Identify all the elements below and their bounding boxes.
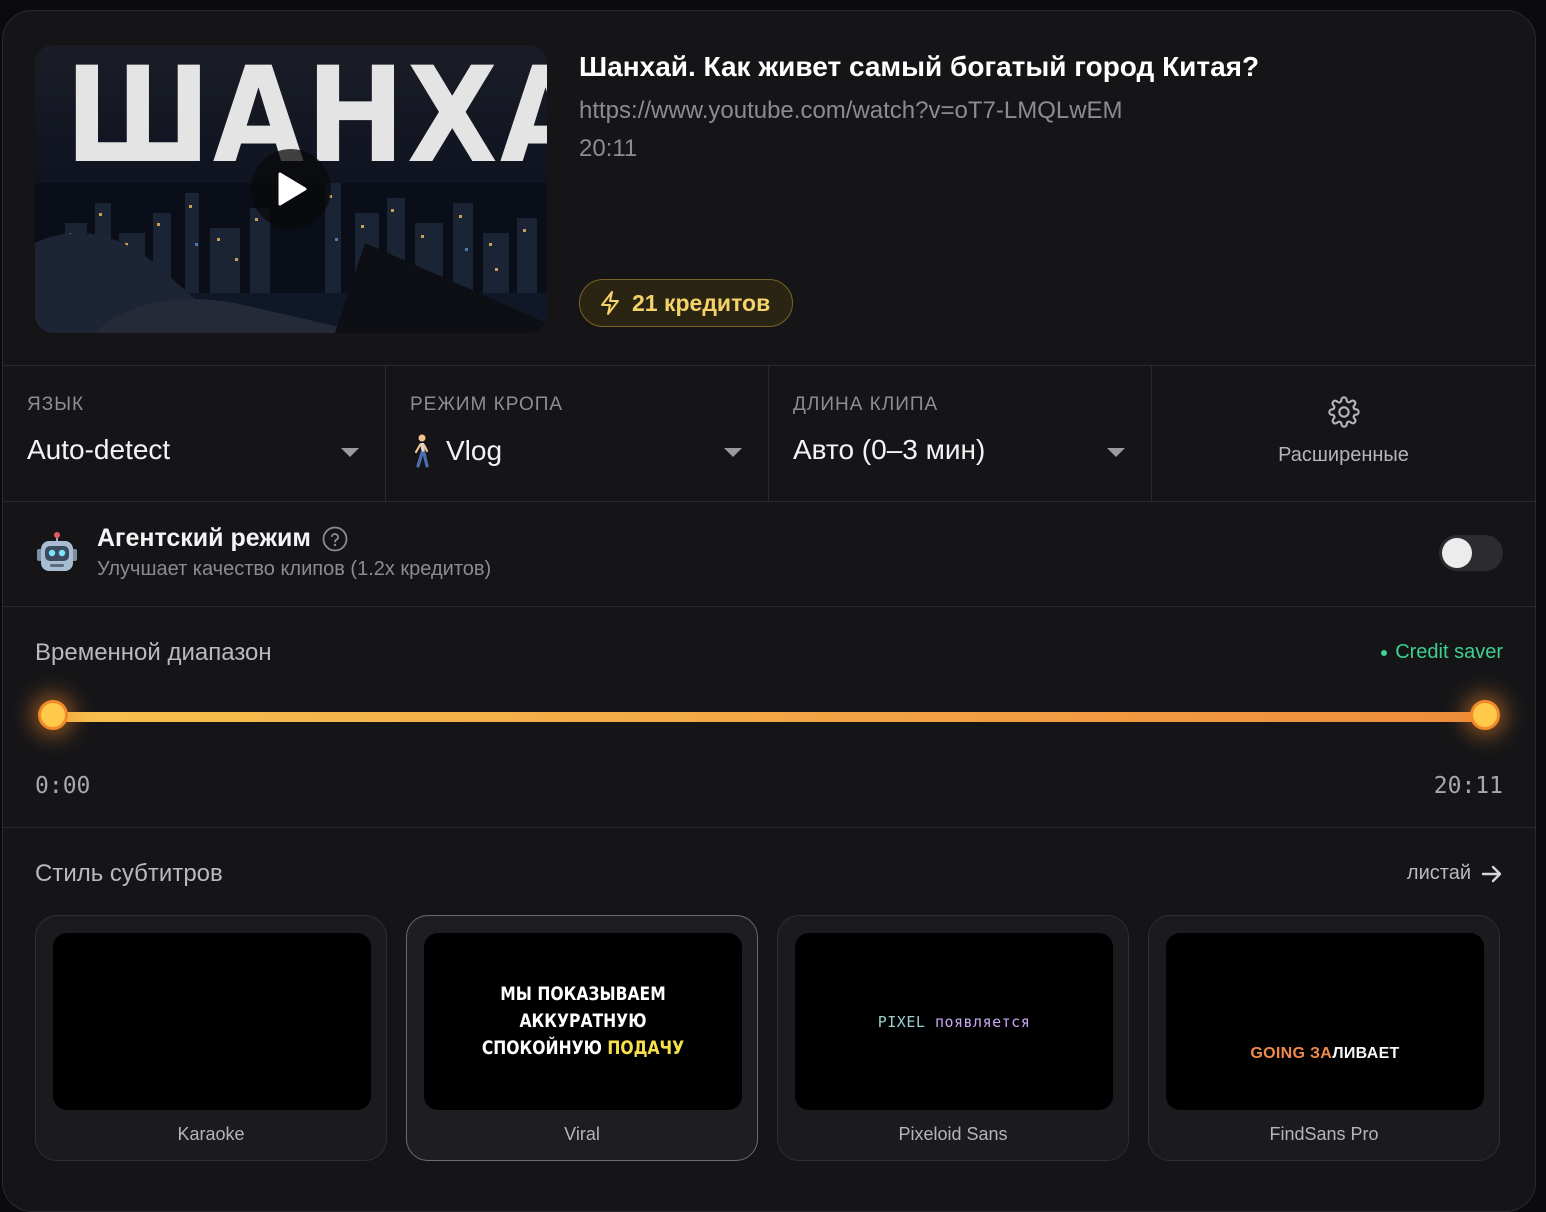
clip-length-select[interactable]: ДЛИНА КЛИПА Авто (0–3 мин) <box>769 366 1152 501</box>
style-name: Pixeloid Sans <box>898 1124 1008 1144</box>
language-select[interactable]: ЯЗЫК Auto-detect <box>3 366 386 501</box>
style-preview: МЫ ПОКАЗЫВАЕМ АККУРАТНУЮ СПОКОЙНУЮ ПОДАЧ… <box>424 933 742 1110</box>
agent-mode-description: Улучшает качество клипов (1.2x кредитов) <box>97 558 492 580</box>
pixel-preview-text: PIXEL появляется <box>878 1013 1031 1031</box>
credits-label: 21 кредитов <box>632 289 771 316</box>
advanced-settings-label: Расширенные <box>1278 444 1409 466</box>
preview-highlight: ПОДАЧУ <box>607 1037 685 1059</box>
findsans-preview-text: GOING ЗАЛИВАЕТ <box>1250 1045 1399 1063</box>
chevron-down-icon <box>341 448 359 457</box>
chevron-down-icon <box>724 448 742 457</box>
preview-word: появляется <box>934 1012 1031 1031</box>
agent-mode-title: Агентский режим <box>97 524 311 552</box>
credits-badge: 21 кредитов <box>579 279 794 327</box>
preview-word: ЛИВАЕТ <box>1332 1044 1400 1062</box>
credit-saver-label: Credit saver <box>1395 641 1503 663</box>
subtitle-style-section: Стиль субтитров листай Karaoke МЫ ПОКАЗЫ… <box>3 828 1535 1211</box>
chevron-down-icon <box>1107 448 1125 457</box>
style-preview: PIXEL появляется <box>795 933 1113 1110</box>
style-name: Viral <box>564 1124 600 1144</box>
preview-word: GOING <box>1250 1044 1306 1062</box>
lightning-icon <box>601 291 619 315</box>
subtitle-style-card-pixeloid[interactable]: PIXEL появляется Pixeloid Sans <box>777 915 1129 1161</box>
crop-mode-select[interactable]: РЕЖИМ КРОПА Vlog <box>386 366 769 501</box>
arrow-right-icon <box>1481 865 1502 882</box>
preview-line: СПОКОЙНУЮ <box>481 1037 602 1059</box>
video-url[interactable]: https://www.youtube.com/watch?v=oT7-LMQL… <box>579 97 1123 125</box>
subtitle-style-title: Стиль субтитров <box>35 860 223 887</box>
viral-preview-text: МЫ ПОКАЗЫВАЕМ АККУРАТНУЮ СПОКОЙНУЮ ПОДАЧ… <box>453 981 714 1062</box>
walking-person-icon <box>414 434 429 468</box>
range-start-handle[interactable] <box>38 700 68 730</box>
browse-styles-link[interactable]: листай <box>1407 862 1503 885</box>
video-setup-panel: ШАНХАЙ Шанхай. Как живет самый богатый г… <box>2 10 1536 1212</box>
subtitle-style-card-findsans[interactable]: GOING ЗАЛИВАЕТ FindSans Pro <box>1148 915 1500 1161</box>
browse-label: листай <box>1406 862 1471 884</box>
subtitle-style-card-karaoke[interactable]: Karaoke <box>35 915 387 1161</box>
advanced-settings-button[interactable]: Расширенные <box>1152 366 1535 501</box>
preview-word: ЗА <box>1309 1044 1333 1062</box>
style-preview <box>53 933 371 1110</box>
video-duration: 20:11 <box>579 135 638 162</box>
toggle-knob <box>1442 538 1472 568</box>
video-title: Шанхай. Как живет самый богатый город Ки… <box>579 51 1260 82</box>
clip-length-value: Авто (0–3 мин) <box>793 434 986 465</box>
settings-row: ЯЗЫК Auto-detect РЕЖИМ КРОПА Vlog ДЛИНА … <box>3 366 1535 501</box>
range-start-time: 0:00 <box>35 773 91 799</box>
time-range-section: Временной диапазон Credit saver 0:00 20:… <box>3 607 1535 827</box>
range-slider-track[interactable] <box>53 712 1485 722</box>
range-end-time: 20:11 <box>1433 773 1503 799</box>
play-button[interactable] <box>251 149 331 229</box>
preview-line: МЫ ПОКАЗЫВАЕМ АККУРАТНУЮ <box>500 983 666 1032</box>
agent-mode-toggle[interactable] <box>1439 535 1503 571</box>
language-value: Auto-detect <box>27 434 171 465</box>
language-label: ЯЗЫК <box>27 394 85 415</box>
style-name: Karaoke <box>177 1124 245 1144</box>
clip-length-label: ДЛИНА КЛИПА <box>793 394 939 415</box>
time-range-title: Временной диапазон <box>35 639 272 666</box>
crop-mode-label: РЕЖИМ КРОПА <box>410 394 564 415</box>
crop-mode-value: Vlog <box>410 434 502 468</box>
agent-mode-row: Агентский режим Улучшает качество клипов… <box>3 502 1535 605</box>
robot-icon <box>37 532 77 571</box>
help-icon[interactable] <box>321 525 349 553</box>
play-icon <box>278 172 307 206</box>
credit-saver-indicator: Credit saver <box>1381 641 1503 664</box>
style-preview: GOING ЗАЛИВАЕТ <box>1166 933 1484 1110</box>
style-name: FindSans Pro <box>1269 1124 1379 1144</box>
gear-icon <box>1328 396 1360 428</box>
crop-mode-text: Vlog <box>446 435 503 466</box>
subtitle-style-card-viral[interactable]: МЫ ПОКАЗЫВАЕМ АККУРАТНУЮ СПОКОЙНУЮ ПОДАЧ… <box>406 915 758 1161</box>
status-dot-icon <box>1381 649 1388 656</box>
video-thumbnail[interactable]: ШАНХАЙ <box>35 45 547 333</box>
range-end-handle[interactable] <box>1470 700 1500 730</box>
preview-word: PIXEL <box>877 1012 926 1031</box>
